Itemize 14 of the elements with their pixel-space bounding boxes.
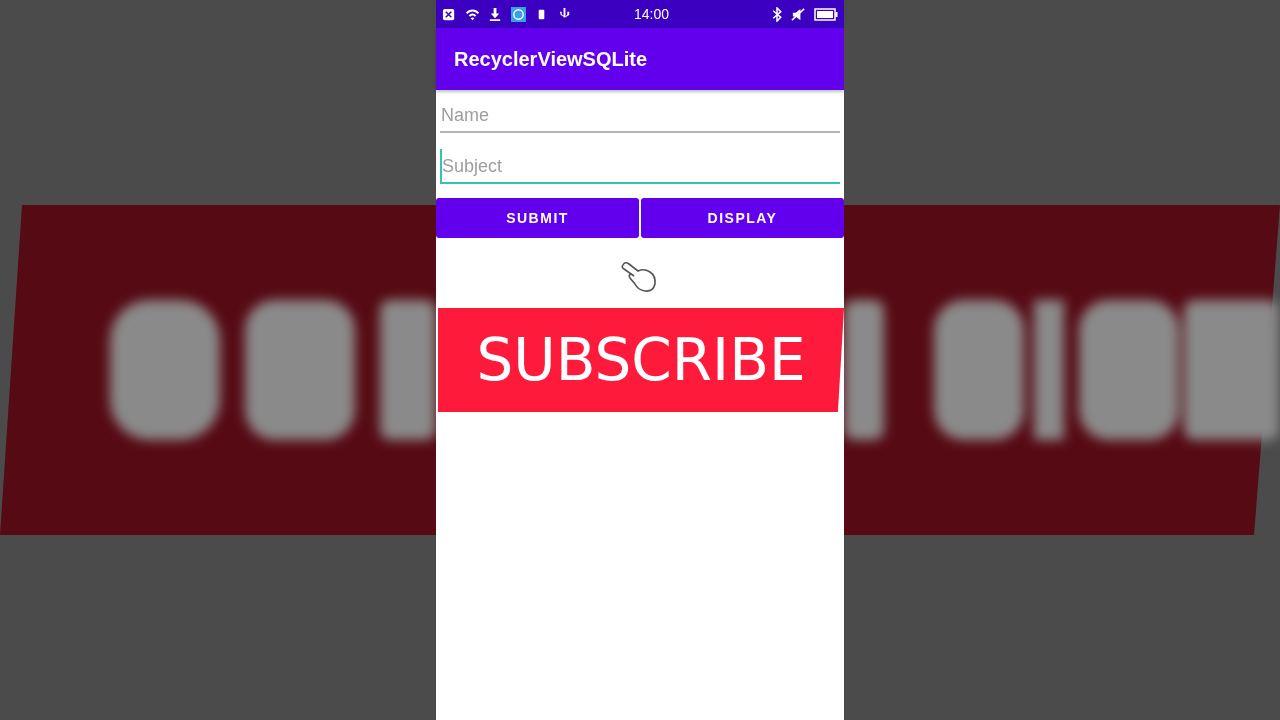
wifi-icon [465,6,480,22]
action-button[interactable]: SUBMIT [436,198,639,238]
clock: 14:00 [633,4,670,24]
battery-icon [814,7,838,21]
notification-icon [442,6,457,22]
mute-icon [791,6,806,22]
app-title: RecyclerViewSQLite [454,47,648,72]
action-button[interactable]: DISPLAY [641,198,844,238]
download-icon [488,6,503,22]
input-field[interactable]: Name [440,98,840,133]
subscribe-banner: SUBSCRIBE [438,308,844,412]
input-field[interactable]: Subject [440,149,840,184]
bluetooth-icon [771,6,783,22]
app-icon [511,6,526,22]
